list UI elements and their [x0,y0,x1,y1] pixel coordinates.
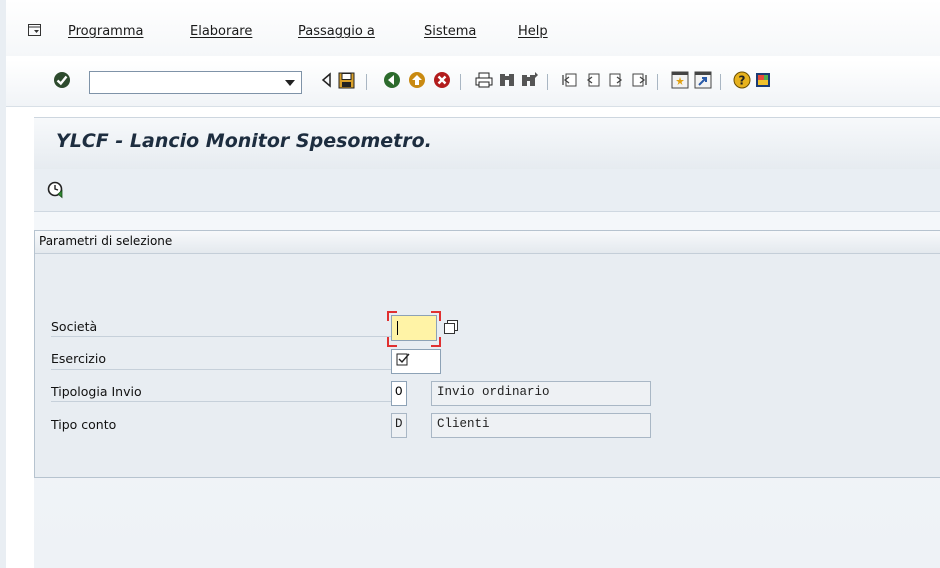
next-page-icon[interactable] [606,70,626,90]
tipologia-invio-code-input[interactable]: O [391,381,407,406]
menu-elaborare[interactable]: Elaborare [190,24,252,39]
print-icon[interactable] [474,70,494,90]
new-session-icon[interactable] [670,70,690,90]
multiple-selection-icon[interactable] [443,319,459,335]
command-input[interactable] [94,73,278,94]
focus-corner [387,311,397,321]
command-dropdown-icon[interactable] [281,74,299,91]
first-page-icon[interactable] [560,70,580,90]
exit-icon[interactable] [407,70,427,90]
enter-icon[interactable] [52,70,72,90]
svg-text:?: ? [739,74,746,88]
title-bar: YLCF - Lancio Monitor Spesometro. [34,117,940,170]
checkbox-input-icon [396,353,410,366]
menu-passaggio-a[interactable]: Passaggio a [298,24,375,39]
customize-layout-icon[interactable] [754,70,774,90]
selection-group: Parametri di selezione Società Esercizio… [34,230,940,478]
label-tipologia-invio: Tipologia Invio [51,384,142,399]
focus-corner [431,337,441,347]
toolbar-separator [657,74,658,90]
tipo-conto-description: Clienti [431,413,651,438]
cancel-icon[interactable] [432,70,452,90]
application-toolbar [34,169,940,212]
tipologia-invio-text: Invio ordinario [437,385,550,399]
row-divider [51,336,395,337]
execute-icon[interactable] [46,180,66,200]
menu-sistema[interactable]: Sistema [424,24,476,39]
main-area: Parametri di selezione Società Esercizio… [34,212,940,568]
save-icon[interactable] [336,70,356,90]
group-title: Parametri di selezione [39,234,173,248]
standard-toolbar: ? [6,60,940,107]
tipologia-invio-code: O [395,385,403,399]
tipo-conto-text: Clienti [437,417,490,431]
menu-programma[interactable]: Programma [68,24,143,39]
toolbar-separator [366,74,367,90]
menu-bar: Programma Elaborare Passaggio a Sistema … [6,0,940,56]
previous-page-icon[interactable] [583,70,603,90]
row-divider [51,369,395,370]
tipo-conto-code-input: D [391,413,407,438]
toolbar-separator [460,74,461,90]
text-cursor [397,321,398,335]
tipologia-invio-description: Invio ordinario [431,381,651,406]
focus-corner [431,311,441,321]
row-divider [51,401,395,402]
back-icon[interactable] [382,70,402,90]
group-header: Parametri di selezione [35,231,940,254]
find-next-icon[interactable] [520,70,540,90]
label-esercizio: Esercizio [51,351,106,366]
toolbar-separator [720,74,721,90]
menu-help[interactable]: Help [518,24,548,39]
shortcut-icon[interactable] [693,70,713,90]
esercizio-input[interactable] [391,349,441,374]
command-field[interactable] [89,71,302,94]
tipo-conto-code: D [395,417,403,431]
window-menu-icon[interactable] [28,24,42,37]
find-icon[interactable] [497,70,517,90]
toolbar-separator [547,74,548,90]
last-page-icon[interactable] [629,70,649,90]
label-societa: Società [51,319,98,334]
back-arrow-icon[interactable] [316,70,336,90]
label-tipo-conto: Tipo conto [51,417,117,432]
help-icon[interactable]: ? [732,70,752,90]
focus-corner [387,337,397,347]
page-title: YLCF - Lancio Monitor Spesometro. [56,130,432,152]
